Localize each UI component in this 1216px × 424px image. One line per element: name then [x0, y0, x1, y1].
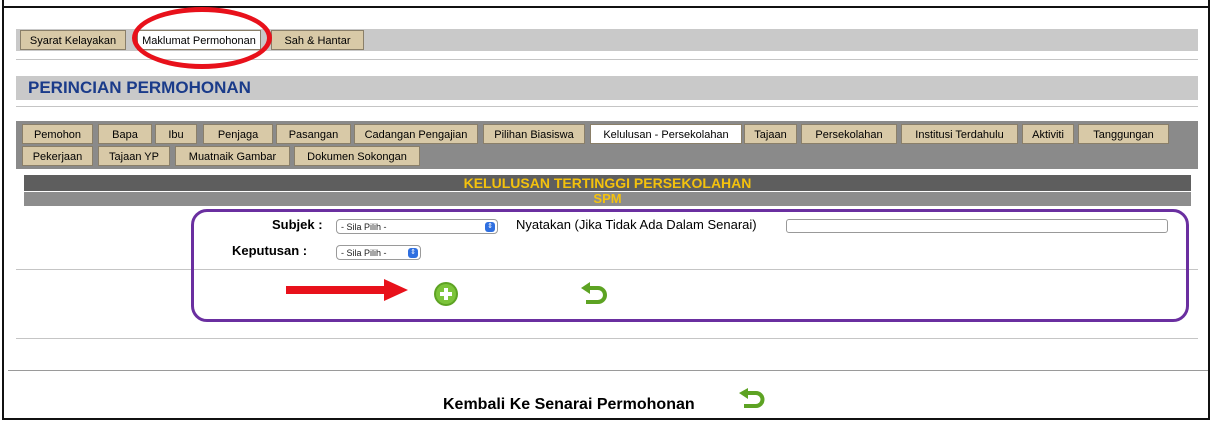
tab-bapa[interactable]: Bapa	[98, 124, 152, 144]
tab-pekerjaan[interactable]: Pekerjaan	[22, 146, 93, 166]
page-title: PERINCIAN PERMOHONAN	[28, 78, 251, 97]
tab-tajaan-yp[interactable]: Tajaan YP	[98, 146, 170, 166]
tab-pilihan-biasiswa[interactable]: Pilihan Biasiswa	[483, 124, 585, 144]
tab-sah-hantar[interactable]: Sah & Hantar	[271, 30, 364, 50]
tab-tajaan[interactable]: Tajaan	[744, 124, 797, 144]
divider	[8, 370, 1208, 371]
tab-muatnaik-gambar[interactable]: Muatnaik Gambar	[175, 146, 290, 166]
tab-aktiviti[interactable]: Aktiviti	[1022, 124, 1074, 144]
tab-syarat-kelayakan[interactable]: Syarat Kelayakan	[20, 30, 126, 50]
tab-pasangan[interactable]: Pasangan	[276, 124, 351, 144]
highlight-ellipse	[132, 7, 272, 69]
divider	[16, 338, 1198, 339]
undo-arrow-icon[interactable]	[738, 388, 766, 410]
tab-dokumen-sokongan[interactable]: Dokumen Sokongan	[294, 146, 420, 166]
tab-penjaga[interactable]: Penjaga	[203, 124, 273, 144]
tab-kelulusan-persekolahan[interactable]: Kelulusan - Persekolahan	[590, 124, 742, 144]
highlight-box	[191, 209, 1189, 322]
divider	[16, 106, 1198, 107]
tab-tanggungan[interactable]: Tanggungan	[1078, 124, 1169, 144]
tab-institusi-terdahulu[interactable]: Institusi Terdahulu	[901, 124, 1018, 144]
section-heading: KELULUSAN TERTINGGI PERSEKOLAHAN	[24, 175, 1191, 191]
tab-pemohon[interactable]: Pemohon	[22, 124, 93, 144]
tab-persekolahan[interactable]: Persekolahan	[801, 124, 897, 144]
tab-ibu[interactable]: Ibu	[155, 124, 197, 144]
back-to-list-link[interactable]: Kembali Ke Senarai Permohonan	[443, 396, 695, 414]
tab-cadangan-pengajian[interactable]: Cadangan Pengajian	[354, 124, 478, 144]
section-subheading: SPM	[24, 192, 1191, 206]
